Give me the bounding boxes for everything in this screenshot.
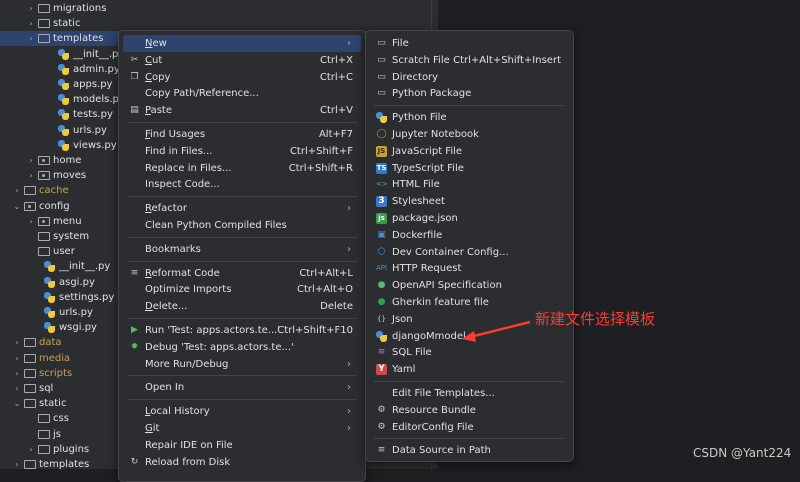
- watermark: CSDN @Yant224: [693, 446, 792, 460]
- annotation-arrow: [462, 320, 531, 342]
- annotation-text: 新建文件选择模板: [535, 310, 656, 328]
